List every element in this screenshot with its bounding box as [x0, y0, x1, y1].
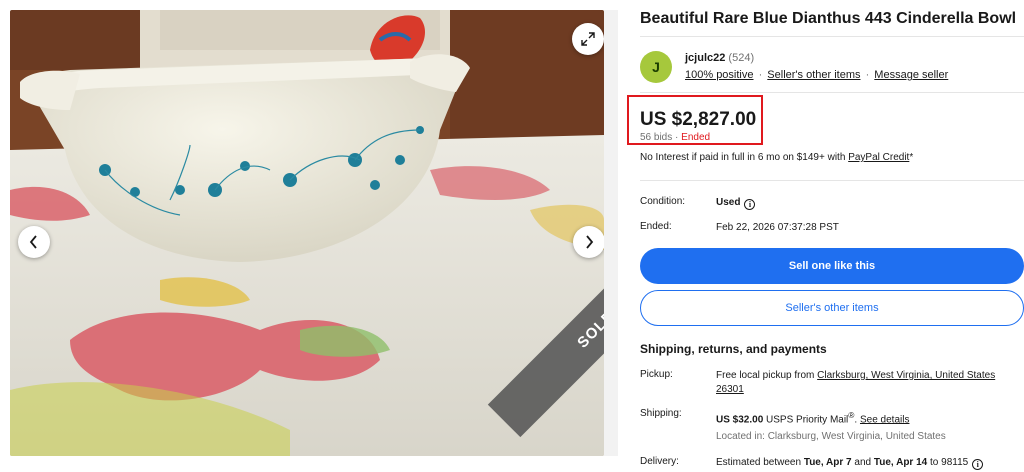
shipping-price: US $32.00: [716, 414, 764, 426]
chevron-left-icon: [29, 235, 37, 249]
paypal-credit-link[interactable]: PayPal Credit: [848, 152, 909, 163]
divider: [640, 180, 1024, 181]
seller-card: J jcjulc22 (524) 100% positive · Seller'…: [640, 36, 1024, 93]
delivery-end: Tue, Apr 14: [873, 457, 928, 468]
bid-status: 56 bids · Ended: [640, 132, 710, 143]
item-price: US $2,827.00: [640, 109, 757, 130]
seller-links: 100% positive · Seller's other items · M…: [685, 69, 948, 81]
ended-value: Feb 22, 2026 07:37:28 PST: [716, 222, 839, 233]
condition-label: Condition:: [640, 196, 686, 207]
delivery-suffix: to 98115: [927, 457, 969, 468]
seller-name[interactable]: jcjulc22: [685, 52, 725, 64]
gallery-scroll-track: [604, 10, 618, 456]
delivery-value: Estimated between Tue, Apr 7 and Tue, Ap…: [716, 456, 1016, 470]
pickup-value: Free local pickup from Clarksburg, West …: [716, 369, 1016, 397]
sellers-other-items-button[interactable]: Seller's other items: [640, 290, 1024, 326]
message-seller-link[interactable]: Message seller: [874, 69, 948, 81]
separator: ·: [865, 69, 870, 81]
delivery-label: Delivery:: [640, 456, 679, 467]
financing-note: No Interest if paid in full in 6 mo on $…: [640, 152, 913, 163]
condition-value-wrap: Used i: [716, 196, 1016, 210]
item-photo[interactable]: SOLD: [10, 10, 604, 456]
separator: ·: [758, 69, 763, 81]
sold-label: SOLD: [573, 306, 604, 352]
shipping-section-heading: Shipping, returns, and payments: [640, 342, 827, 356]
delivery-and: and: [851, 457, 874, 468]
listing-title: Beautiful Rare Blue Dianthus 443 Cindere…: [640, 10, 1017, 27]
shipping-label: Shipping:: [640, 408, 682, 419]
sell-one-like-this-button[interactable]: Sell one like this: [640, 248, 1024, 284]
financing-suffix: *: [909, 152, 914, 163]
expand-icon: [581, 32, 595, 46]
ended-label: Ended:: [640, 221, 672, 232]
chevron-right-icon: [586, 235, 594, 249]
seller-name-row: jcjulc22 (524): [685, 52, 754, 64]
see-details-link[interactable]: See details: [860, 414, 909, 425]
pickup-text: Free local pickup from: [716, 370, 818, 381]
seller-avatar[interactable]: J: [640, 51, 672, 83]
info-icon[interactable]: i: [744, 199, 756, 210]
expand-photo-button[interactable]: [572, 23, 604, 55]
seller-feedback-count: (524): [728, 52, 755, 64]
previous-photo-button[interactable]: [18, 226, 50, 258]
bid-count[interactable]: 56 bids: [640, 132, 672, 143]
item-location: Located in: Clarksburg, West Virginia, U…: [716, 431, 946, 442]
seller-other-items-link[interactable]: Seller's other items: [767, 69, 860, 81]
shipping-service: USPS Priority Mail: [763, 414, 849, 426]
condition-value: Used: [716, 197, 741, 208]
delivery-prefix: Estimated between: [716, 457, 804, 468]
shipping-value: US $32.00 USPS Priority Mail®. See detai…: [716, 408, 1016, 427]
delivery-start: Tue, Apr 7: [803, 457, 852, 468]
pickup-label: Pickup:: [640, 369, 673, 380]
auction-status: Ended: [681, 132, 711, 143]
financing-text: No Interest if paid in full in 6 mo on $…: [640, 152, 849, 163]
info-icon[interactable]: i: [972, 459, 984, 470]
next-photo-button[interactable]: [573, 226, 604, 258]
seller-feedback-link[interactable]: 100% positive: [685, 69, 754, 81]
separator: ·: [675, 132, 679, 143]
